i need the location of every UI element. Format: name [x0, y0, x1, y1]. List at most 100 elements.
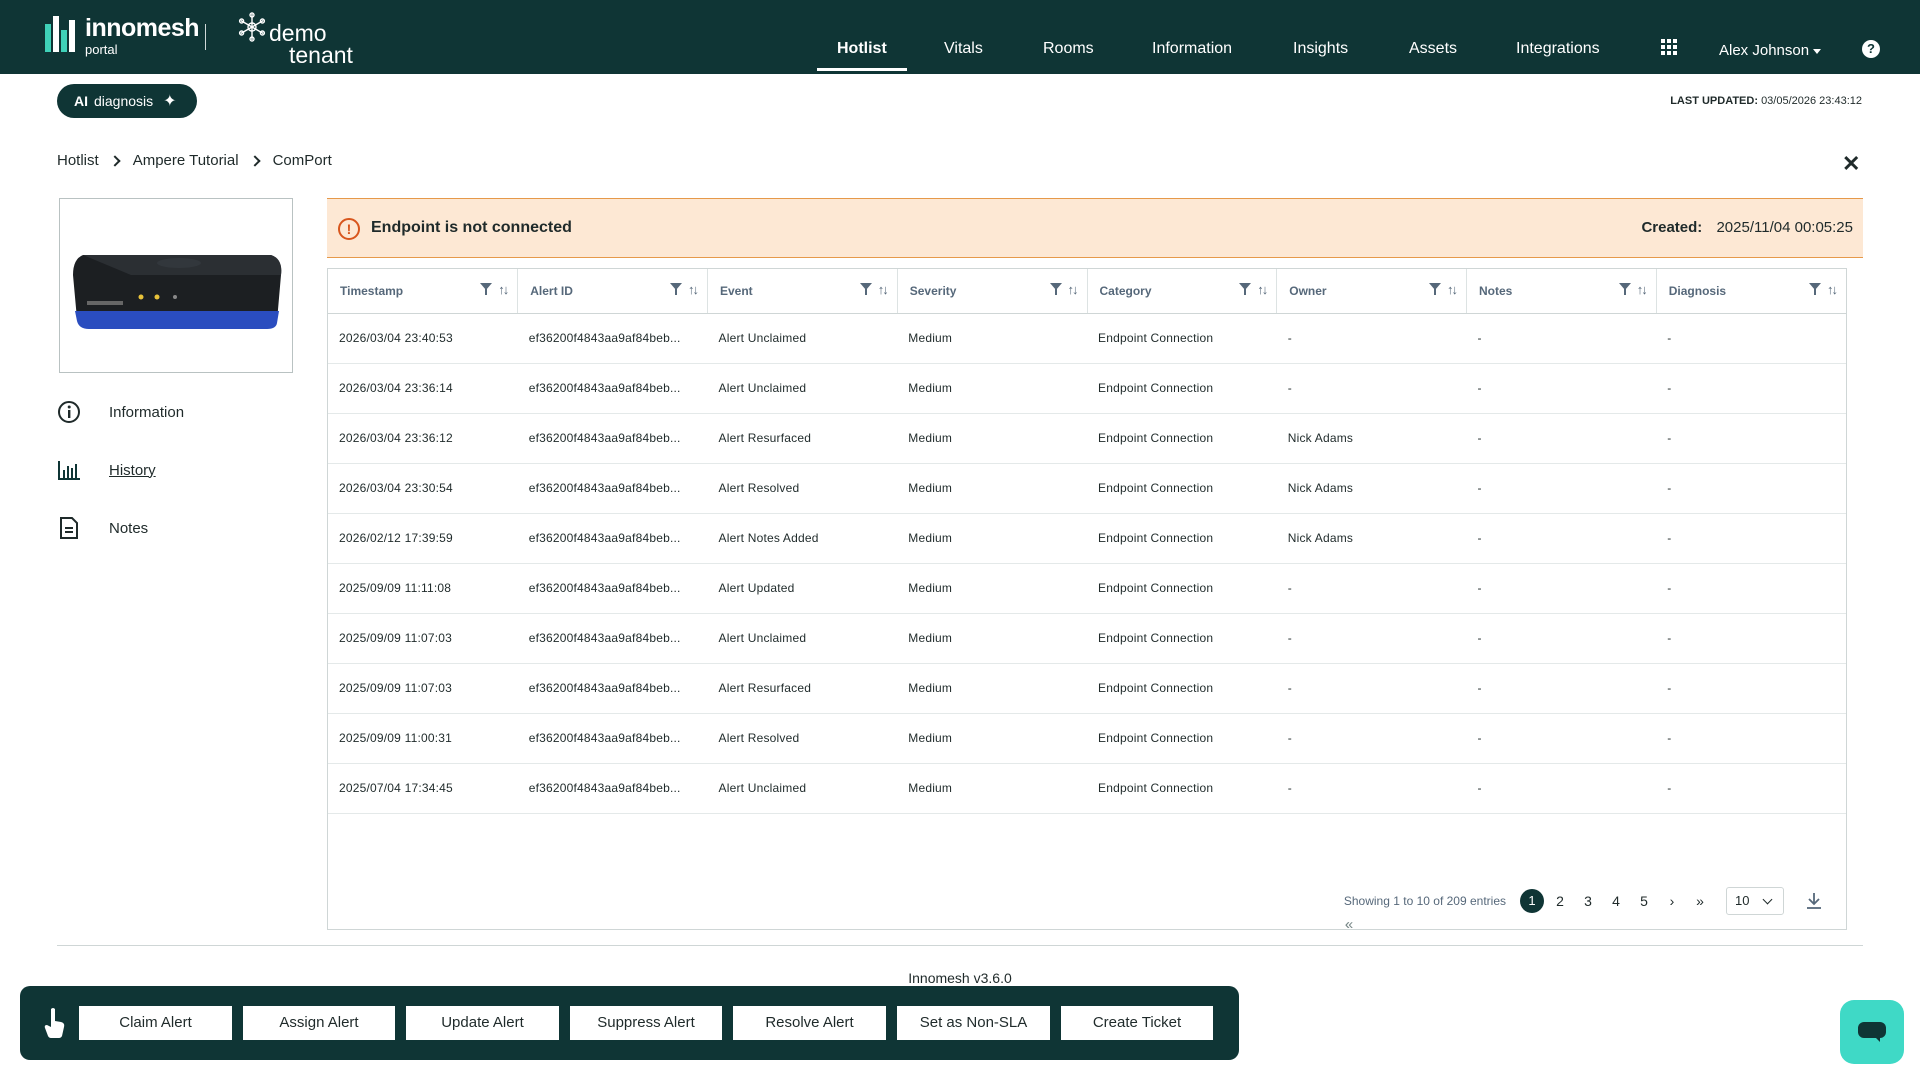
history-table: Timestamp ↑↓ Alert ID ↑↓ Event ↑↓ Severity ↑… — [327, 268, 1847, 933]
apps-grid-icon[interactable] — [1661, 39, 1677, 55]
page-size-select[interactable]: 10 — [1726, 887, 1784, 915]
page-button[interactable]: 2 — [1547, 893, 1573, 909]
cell-diagnosis: - — [1656, 663, 1846, 714]
column-header-diagnosis[interactable]: Diagnosis ↑↓ — [1656, 269, 1846, 314]
nav-integrations[interactable]: Integrations — [1516, 0, 1618, 92]
filter-icon[interactable] — [670, 283, 682, 296]
column-header-event[interactable]: Event ↑↓ — [707, 269, 898, 314]
brand-sub: portal — [85, 42, 118, 57]
column-header-severity[interactable]: Severity ↑↓ — [897, 269, 1088, 314]
sidebar-item-label: History — [109, 461, 156, 479]
device-image — [59, 198, 293, 373]
sort-icon[interactable]: ↑↓ — [1257, 283, 1268, 296]
chat-bubble-icon — [1858, 1022, 1886, 1042]
table-row[interactable]: 2025/07/04 17:34:45 ef36200f4843aa9af84be… — [328, 763, 1846, 814]
user-name: Alex Johnson — [1719, 42, 1810, 59]
nav-vitals[interactable]: Vitals — [944, 0, 1001, 92]
column-header-category[interactable]: Category ↑↓ — [1087, 269, 1278, 314]
close-icon[interactable]: ✕ — [1842, 151, 1860, 177]
nav-information[interactable]: Information — [1152, 0, 1232, 74]
table-row[interactable]: 2025/09/09 11:00:31 ef36200f4843aa9af84be… — [328, 713, 1846, 764]
page-button[interactable]: 5 — [1631, 893, 1657, 909]
logo-divider — [205, 24, 206, 50]
filter-icon[interactable] — [1809, 283, 1821, 296]
chevron-down-icon — [1467, 86, 1476, 92]
page-button[interactable]: 3 — [1575, 893, 1601, 909]
table-row[interactable]: 2026/03/04 23:30:54 ef36200f4843aa9af84be… — [328, 463, 1846, 514]
table-row[interactable]: 2026/03/04 23:40:53 ef36200f4843aa9af84be… — [328, 313, 1846, 364]
last-page-button[interactable]: » — [1687, 893, 1713, 909]
previous-page-button[interactable]: ‹ — [1345, 887, 1371, 961]
table-row[interactable]: 2025/09/09 11:07:03 ef36200f4843aa9af84be… — [328, 663, 1846, 714]
create-ticket-button[interactable]: Create Ticket — [1061, 1006, 1213, 1040]
help-icon[interactable]: ? — [1862, 40, 1880, 58]
cell-category: Endpoint Connection — [1087, 713, 1277, 764]
info-circle-icon — [58, 401, 80, 423]
column-header-alert-id[interactable]: Alert ID ↑↓ — [517, 269, 708, 314]
column-header-owner[interactable]: Owner ↑↓ — [1276, 269, 1467, 314]
cell-severity: Medium — [897, 363, 1087, 414]
ai-label: diagnosis — [94, 93, 154, 109]
table-row[interactable]: 2026/02/12 17:39:59 ef36200f4843aa9af84be… — [328, 513, 1846, 564]
nav-hotlist[interactable]: Hotlist — [817, 0, 907, 74]
assign-alert-button[interactable]: Assign Alert — [243, 1006, 395, 1040]
user-menu[interactable]: Alex Johnson — [1719, 42, 1822, 59]
table-row[interactable]: 2025/09/09 11:07:03 ef36200f4843aa9af84be… — [328, 613, 1846, 664]
resolve-alert-button[interactable]: Resolve Alert — [733, 1006, 886, 1040]
update-alert-button[interactable]: Update Alert — [406, 1006, 559, 1040]
ai-diagnosis-button[interactable]: AI diagnosis ✦ — [57, 84, 197, 118]
next-page-button[interactable]: › — [1659, 893, 1685, 909]
innomesh-logo[interactable]: innomesh portal — [45, 16, 200, 57]
breadcrumb-ampere-tutorial[interactable]: Ampere Tutorial — [133, 152, 239, 169]
cell-event: Alert Unclaimed — [707, 313, 898, 364]
filter-icon[interactable] — [1239, 283, 1252, 296]
page-button-current[interactable]: 1 — [1520, 889, 1544, 913]
download-icon[interactable] — [1806, 892, 1822, 910]
set-non-sla-button[interactable]: Set as Non-SLA — [897, 1006, 1050, 1040]
suppress-alert-button[interactable]: Suppress Alert — [570, 1006, 722, 1040]
cell-diagnosis: - — [1656, 513, 1846, 564]
cell-timestamp: 2025/09/09 11:11:08 — [328, 563, 518, 614]
page-button[interactable]: 4 — [1603, 893, 1629, 909]
sidebar-item-notes[interactable]: Notes — [57, 516, 148, 540]
nav-rooms[interactable]: Rooms — [1043, 0, 1094, 74]
sort-icon[interactable]: ↑↓ — [878, 283, 889, 296]
filter-icon[interactable] — [480, 283, 493, 296]
table-row[interactable]: 2026/03/04 23:36:12 ef36200f4843aa9af84be… — [328, 413, 1846, 464]
innomesh-logo-mark — [45, 16, 79, 52]
table-row[interactable]: 2025/09/09 11:11:08 ef36200f4843aa9af84be… — [328, 563, 1846, 614]
nav-insights[interactable]: Insights — [1293, 0, 1367, 92]
cell-severity: Medium — [897, 613, 1087, 664]
column-header-notes[interactable]: Notes ↑↓ — [1466, 269, 1657, 314]
snowflake-icon — [238, 12, 266, 42]
sort-icon[interactable]: ↑↓ — [1637, 283, 1648, 296]
sort-icon[interactable]: ↑↓ — [1447, 283, 1458, 296]
sidebar-item-information[interactable]: Information — [57, 400, 184, 424]
cell-notes: - — [1466, 663, 1657, 714]
sort-icon[interactable]: ↑↓ — [498, 283, 509, 296]
table-row[interactable]: 2026/03/04 23:36:14 ef36200f4843aa9af84be… — [328, 363, 1846, 414]
filter-icon[interactable] — [1429, 283, 1441, 296]
filter-icon[interactable] — [1049, 283, 1062, 296]
sort-icon[interactable]: ↑↓ — [1068, 283, 1079, 296]
cell-notes: - — [1466, 313, 1657, 364]
cell-diagnosis: - — [1656, 563, 1846, 614]
cell-owner: - — [1276, 713, 1467, 764]
cell-severity: Medium — [897, 563, 1087, 614]
claim-alert-button[interactable]: Claim Alert — [79, 1006, 232, 1040]
chevron-down-icon — [1813, 48, 1822, 54]
pointer-hand-icon — [44, 1008, 65, 1038]
document-icon — [60, 517, 78, 539]
breadcrumb-hotlist[interactable]: Hotlist — [57, 152, 99, 169]
filter-icon[interactable] — [859, 283, 872, 296]
cell-alert-id: ef36200f4843aa9af84beb... — [517, 763, 708, 814]
column-header-timestamp[interactable]: Timestamp ↑↓ — [328, 269, 519, 314]
bar-chart-icon — [58, 461, 80, 480]
sort-icon[interactable]: ↑↓ — [688, 283, 699, 296]
sort-icon[interactable]: ↑↓ — [1827, 283, 1838, 296]
sidebar-item-history[interactable]: History — [57, 458, 156, 482]
chat-widget-button[interactable] — [1840, 1000, 1904, 1064]
nav-assets[interactable]: Assets — [1409, 0, 1476, 92]
cell-owner: - — [1276, 313, 1467, 364]
filter-icon[interactable] — [1618, 283, 1631, 296]
